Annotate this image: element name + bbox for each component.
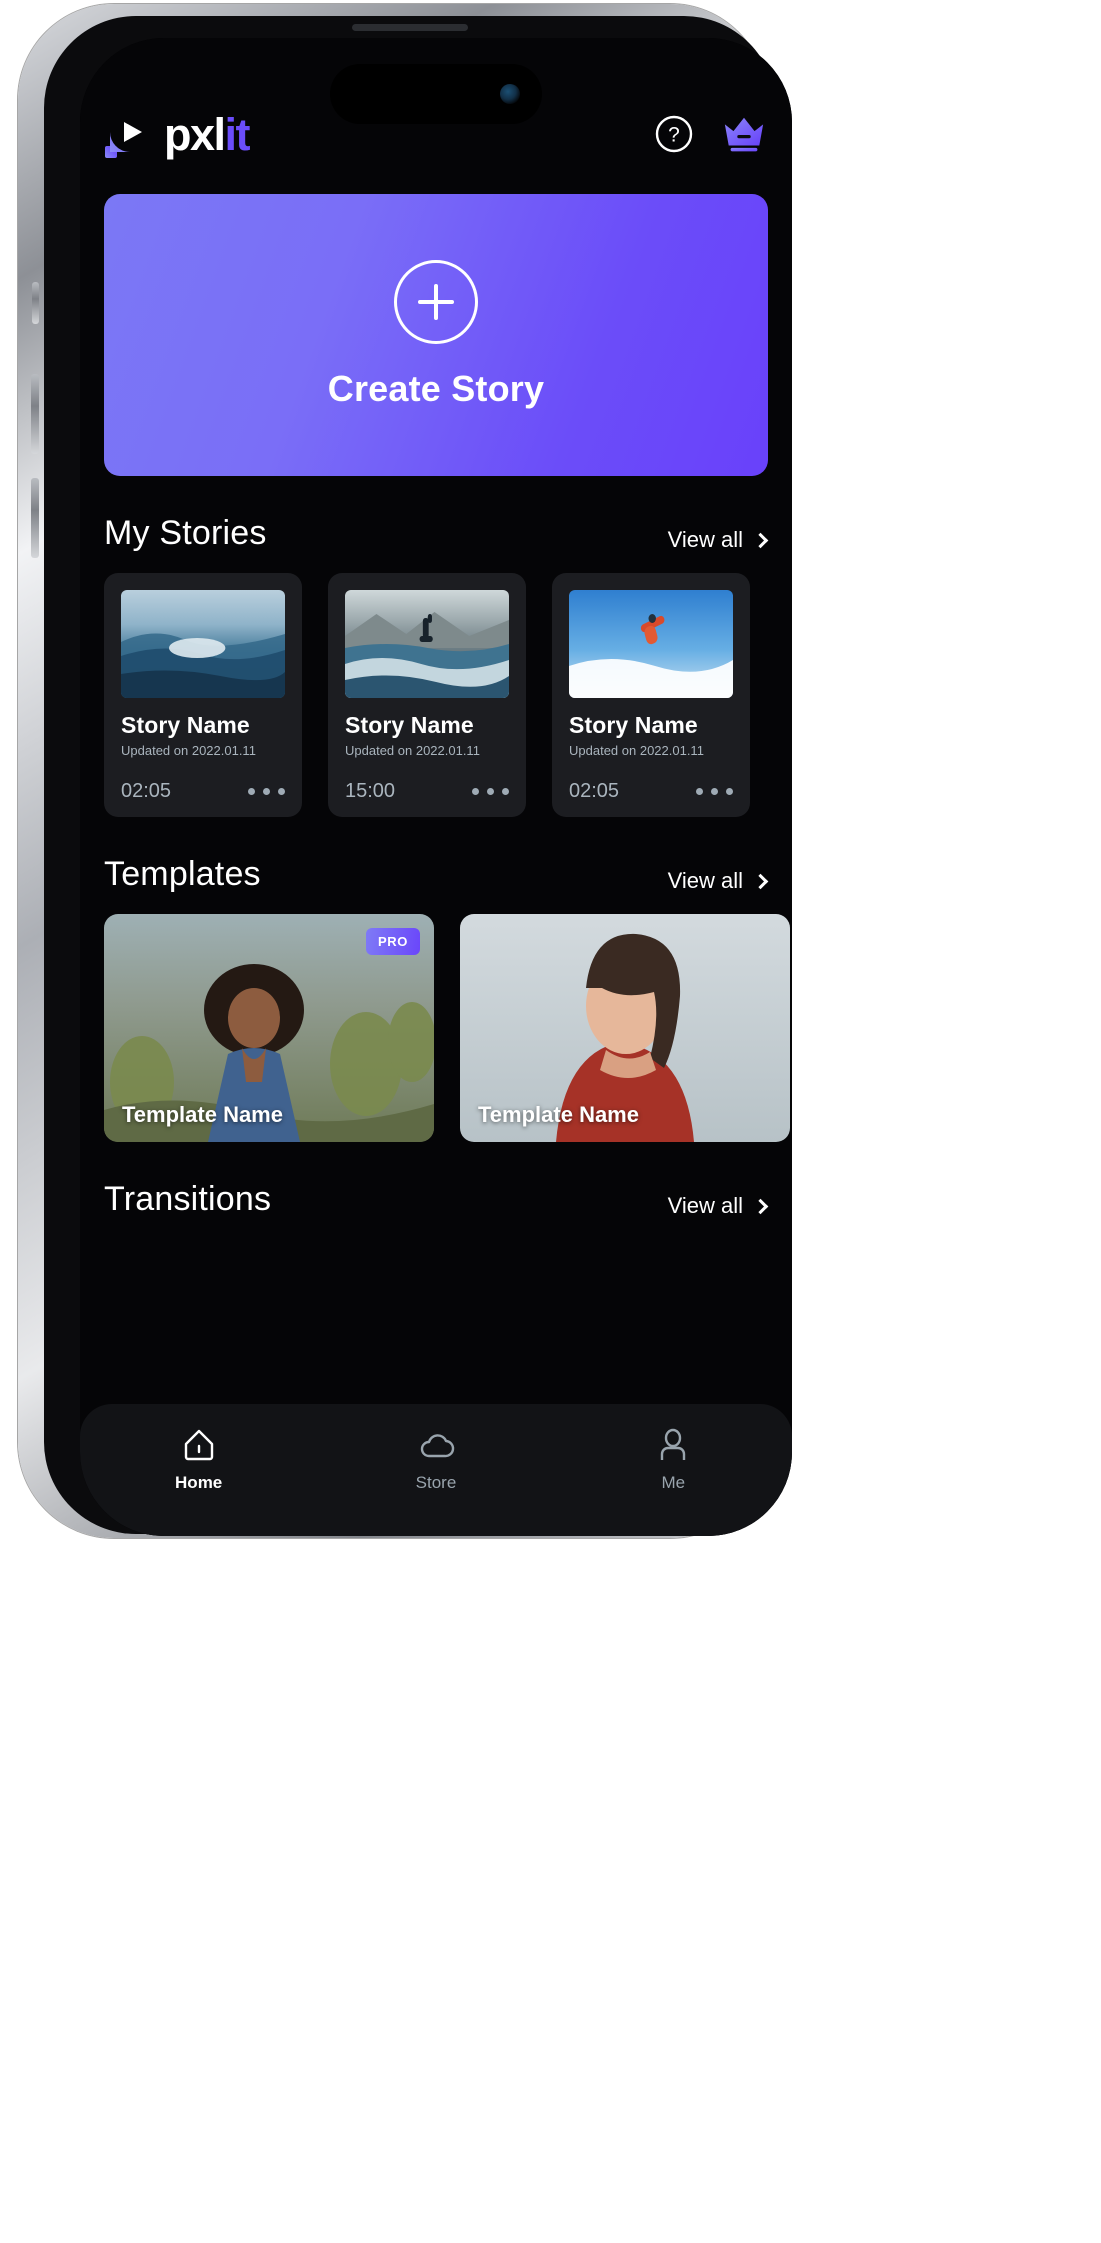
phone-screen: pxl it ? Create Story My Stories View al… bbox=[80, 38, 792, 1536]
question-circle-icon: ? bbox=[655, 115, 693, 153]
chevron-right-icon bbox=[752, 532, 769, 548]
story-title: Story Name bbox=[121, 712, 250, 738]
story-thumbnail bbox=[569, 590, 733, 698]
nav-item-me[interactable]: Me bbox=[613, 1426, 733, 1493]
view-all-templates[interactable]: View all bbox=[667, 868, 769, 894]
svg-text:?: ? bbox=[668, 124, 680, 147]
brand-wordmark-second: it bbox=[224, 108, 251, 160]
bottom-navigation: Home Store Me bbox=[80, 1404, 792, 1536]
ocean-wave-image bbox=[121, 590, 285, 698]
story-footer: 15:00 bbox=[345, 780, 509, 803]
template-title: Template Name bbox=[122, 1102, 283, 1127]
nav-item-home[interactable]: Home bbox=[139, 1426, 259, 1493]
section-header-my-stories: My Stories View all bbox=[80, 514, 792, 553]
brand-logo[interactable]: pxl it bbox=[104, 108, 251, 160]
page-section-title: Templates bbox=[104, 855, 261, 893]
story-title: Story Name bbox=[569, 712, 698, 738]
page-section-title: My Stories bbox=[104, 514, 267, 552]
play-pin-icon bbox=[104, 108, 156, 160]
volume-down-button[interactable] bbox=[31, 478, 39, 558]
home-icon bbox=[184, 1429, 213, 1461]
story-duration: 02:05 bbox=[569, 780, 620, 802]
nav-label-store: Store bbox=[415, 1473, 457, 1492]
story-card[interactable]: Story Name Updated on 2022.01.11 15:00 bbox=[328, 573, 526, 817]
templates-rail[interactable]: PRO Template Name Template Name bbox=[80, 894, 792, 1142]
silent-switch[interactable] bbox=[32, 282, 39, 324]
template-title: Template Name bbox=[478, 1102, 639, 1127]
story-card[interactable]: Story Name Updated on 2022.01.11 02:05 bbox=[552, 573, 750, 817]
my-stories-rail[interactable]: Story Name Updated on 2022.01.11 02:05 S… bbox=[80, 553, 792, 817]
template-card[interactable]: Template Name bbox=[460, 914, 790, 1142]
story-updated: Updated on 2022.01.11 bbox=[569, 743, 704, 758]
phone-frame: pxl it ? Create Story My Stories View al… bbox=[18, 4, 792, 1538]
play-pin-svg bbox=[105, 112, 150, 158]
story-duration: 02:05 bbox=[121, 780, 172, 802]
story-menu-button[interactable] bbox=[696, 788, 733, 795]
story-title: Story Name bbox=[345, 712, 474, 738]
brand-wordmark-first: pxl bbox=[164, 108, 226, 160]
story-updated: Updated on 2022.01.11 bbox=[121, 743, 256, 758]
story-menu-button[interactable] bbox=[248, 788, 285, 795]
story-duration: 15:00 bbox=[345, 780, 396, 802]
nav-label-me: Me bbox=[661, 1473, 686, 1492]
view-all-my-stories[interactable]: View all bbox=[667, 527, 769, 553]
nav-item-store[interactable]: Store bbox=[376, 1426, 496, 1493]
section-header-transitions: Transitions View all bbox=[80, 1180, 792, 1219]
create-story-label: Create Story bbox=[327, 368, 545, 409]
brand-wordmark: pxl it bbox=[164, 108, 251, 160]
app-header-actions: ? bbox=[652, 112, 766, 156]
section-header-templates: Templates View all bbox=[80, 855, 792, 894]
wakeboarder-image bbox=[345, 590, 509, 698]
story-menu-button[interactable] bbox=[472, 788, 509, 795]
story-thumbnail bbox=[345, 590, 509, 698]
crown-icon bbox=[724, 117, 764, 152]
volume-up-button[interactable] bbox=[31, 374, 39, 454]
story-thumbnail bbox=[121, 590, 285, 698]
plus-circle-icon bbox=[394, 260, 478, 344]
app-root: pxl it ? Create Story My Stories View al… bbox=[80, 38, 792, 1536]
dynamic-island bbox=[330, 64, 542, 124]
help-button[interactable]: ? bbox=[652, 112, 696, 156]
create-story-button[interactable]: Create Story bbox=[104, 194, 768, 476]
front-camera-icon bbox=[500, 84, 520, 104]
premium-button[interactable] bbox=[722, 112, 766, 156]
phone-bezel: pxl it ? Create Story My Stories View al… bbox=[44, 16, 792, 1536]
view-all-label: View all bbox=[667, 1193, 743, 1218]
chevron-right-icon bbox=[752, 1198, 769, 1214]
story-card[interactable]: Story Name Updated on 2022.01.11 02:05 bbox=[104, 573, 302, 817]
template-card[interactable]: PRO Template Name bbox=[104, 914, 434, 1142]
story-footer: 02:05 bbox=[121, 780, 285, 803]
cloud-icon bbox=[420, 1434, 455, 1458]
snowboarder-image bbox=[569, 590, 733, 698]
story-footer: 02:05 bbox=[569, 780, 733, 803]
pro-badge: PRO bbox=[366, 928, 420, 955]
create-story-section: Create Story bbox=[80, 172, 792, 476]
nav-label-home: Home bbox=[175, 1473, 223, 1492]
view-all-label: View all bbox=[667, 527, 743, 552]
page-section-title: Transitions bbox=[104, 1180, 272, 1218]
chevron-right-icon bbox=[752, 873, 769, 889]
view-all-transitions[interactable]: View all bbox=[667, 1193, 769, 1219]
view-all-label: View all bbox=[667, 868, 743, 893]
earpiece-speaker bbox=[352, 24, 468, 31]
person-icon bbox=[661, 1428, 686, 1460]
story-updated: Updated on 2022.01.11 bbox=[345, 743, 480, 758]
screenshot-canvas: pxl it ? Create Story My Stories View al… bbox=[0, 0, 1101, 2243]
